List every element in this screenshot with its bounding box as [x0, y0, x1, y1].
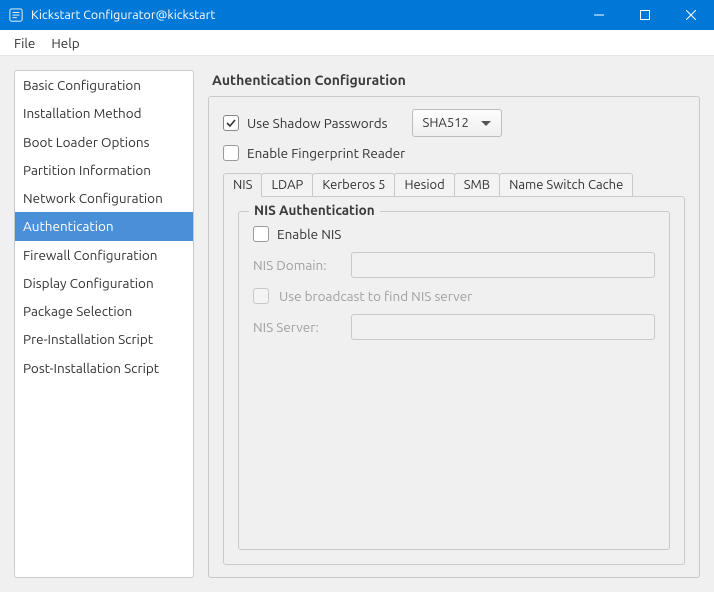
sidebar-item-boot-loader-options[interactable]: Boot Loader Options: [15, 128, 193, 156]
fingerprint-checkbox[interactable]: [223, 145, 239, 161]
menubar: File Help: [0, 30, 714, 56]
nis-domain-input[interactable]: [351, 252, 655, 278]
sidebar-item-authentication[interactable]: Authentication: [15, 212, 193, 240]
nis-legend: NIS Authentication: [249, 202, 380, 218]
shadow-passwords-label: Use Shadow Passwords: [247, 115, 388, 131]
tab-name-switch-cache[interactable]: Name Switch Cache: [499, 173, 633, 196]
nis-server-label: NIS Server:: [253, 319, 341, 335]
tab-body: NIS Authentication Enable NIS NIS Domain…: [223, 196, 685, 565]
sidebar-item-display-configuration[interactable]: Display Configuration: [15, 269, 193, 297]
enable-nis-row: Enable NIS: [253, 226, 655, 242]
sidebar-item-partition-information[interactable]: Partition Information: [15, 156, 193, 184]
sidebar-item-installation-method[interactable]: Installation Method: [15, 99, 193, 127]
nis-fieldset: NIS Authentication Enable NIS NIS Domain…: [238, 211, 670, 550]
close-button[interactable]: [668, 0, 714, 30]
maximize-button[interactable]: [622, 0, 668, 30]
menu-file[interactable]: File: [6, 32, 43, 54]
page-title: Authentication Configuration: [208, 70, 700, 96]
enable-nis-label: Enable NIS: [277, 226, 341, 242]
nis-domain-row: NIS Domain:: [253, 252, 655, 278]
window-title: Kickstart Configurator@kickstart: [31, 8, 576, 22]
tabstrip: NIS LDAP Kerberos 5 Hesiod SMB Name Swit…: [223, 173, 685, 196]
shadow-passwords-row: Use Shadow Passwords SHA512: [223, 109, 685, 137]
tab-ldap[interactable]: LDAP: [261, 173, 313, 196]
sidebar-item-pre-installation-script[interactable]: Pre-Installation Script: [15, 325, 193, 353]
tab-kerberos5[interactable]: Kerberos 5: [312, 173, 395, 196]
shadow-passwords-checkbox[interactable]: [223, 115, 239, 131]
sidebar-item-firewall-configuration[interactable]: Firewall Configuration: [15, 241, 193, 269]
nis-broadcast-label: Use broadcast to find NIS server: [279, 288, 472, 304]
content-panel: Use Shadow Passwords SHA512 Enable Finge…: [208, 96, 700, 578]
sidebar-item-network-configuration[interactable]: Network Configuration: [15, 184, 193, 212]
nis-domain-label: NIS Domain:: [253, 257, 341, 273]
sidebar-item-basic-configuration[interactable]: Basic Configuration: [15, 71, 193, 99]
tab-nis[interactable]: NIS: [223, 173, 262, 197]
main-panel: Authentication Configuration Use Shadow …: [208, 70, 700, 578]
app-icon: [8, 7, 24, 23]
sidebar-item-package-selection[interactable]: Package Selection: [15, 297, 193, 325]
enable-nis-checkbox[interactable]: [253, 226, 269, 242]
nis-server-input[interactable]: [351, 314, 655, 340]
workarea: Basic Configuration Installation Method …: [0, 56, 714, 592]
nis-server-row: NIS Server:: [253, 314, 655, 340]
titlebar: Kickstart Configurator@kickstart: [0, 0, 714, 30]
hash-algo-combo[interactable]: SHA512: [412, 109, 502, 137]
nis-broadcast-row: Use broadcast to find NIS server: [253, 288, 655, 304]
fingerprint-row: Enable Fingerprint Reader: [223, 145, 685, 161]
tab-hesiod[interactable]: Hesiod: [394, 173, 454, 196]
menu-help[interactable]: Help: [43, 32, 87, 54]
fingerprint-label: Enable Fingerprint Reader: [247, 145, 405, 161]
nis-broadcast-checkbox[interactable]: [253, 288, 269, 304]
hash-algo-selected: SHA512: [423, 116, 469, 130]
tab-smb[interactable]: SMB: [454, 173, 500, 196]
chevron-down-icon: [481, 116, 491, 130]
sidebar: Basic Configuration Installation Method …: [14, 70, 194, 578]
minimize-button[interactable]: [576, 0, 622, 30]
auth-tabs: NIS LDAP Kerberos 5 Hesiod SMB Name Swit…: [223, 173, 685, 565]
sidebar-item-post-installation-script[interactable]: Post-Installation Script: [15, 354, 193, 382]
